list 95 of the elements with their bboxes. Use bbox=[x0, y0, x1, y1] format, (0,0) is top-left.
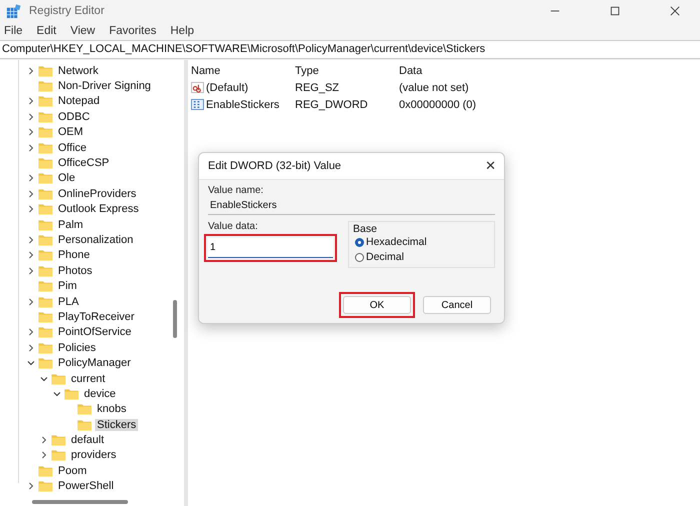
folder-icon bbox=[38, 280, 53, 292]
tree-item[interactable]: knobs bbox=[95, 403, 128, 416]
tree-item[interactable]: Network bbox=[56, 64, 100, 77]
tree-item[interactable]: PlayToReceiver bbox=[56, 310, 136, 323]
tree-item[interactable]: Palm bbox=[56, 218, 86, 231]
scrollbar-thumb[interactable] bbox=[173, 300, 177, 338]
tree-item[interactable]: OfficeCSP bbox=[56, 157, 112, 170]
value-data: 0x00000000 (0) bbox=[399, 98, 478, 110]
column-header[interactable]: Name bbox=[191, 64, 295, 76]
folder-icon bbox=[38, 64, 53, 77]
tree-item[interactable]: OEM bbox=[56, 126, 86, 138]
menu-item[interactable]: Edit bbox=[36, 25, 56, 37]
column-header[interactable]: Data bbox=[399, 64, 700, 76]
value-type: REG_SZ bbox=[295, 82, 340, 94]
tree-item[interactable]: Stickers bbox=[95, 418, 138, 431]
menu-item[interactable]: View bbox=[70, 25, 96, 37]
tree-item[interactable]: Office bbox=[56, 142, 89, 154]
scrollbar-thumb[interactable] bbox=[32, 500, 128, 504]
string-value-icon bbox=[191, 82, 204, 93]
window-title: Registry Editor bbox=[29, 5, 104, 17]
maximize-icon[interactable] bbox=[610, 6, 620, 16]
tree-item[interactable]: OnlineProviders bbox=[56, 188, 138, 200]
tree-item[interactable]: current bbox=[69, 372, 108, 384]
radio-label[interactable]: Decimal bbox=[366, 251, 404, 263]
folder-icon bbox=[38, 142, 53, 154]
folder-icon bbox=[38, 172, 53, 184]
tree-item[interactable]: PLA bbox=[56, 296, 81, 308]
folder-icon bbox=[38, 249, 53, 262]
folder-icon bbox=[38, 157, 53, 170]
folder-icon bbox=[38, 326, 53, 338]
folder-icon bbox=[38, 126, 53, 138]
tree-item[interactable]: providers bbox=[69, 449, 118, 462]
folder-icon bbox=[51, 434, 66, 446]
tree-item[interactable]: PolicyManager bbox=[56, 357, 133, 370]
tree-item[interactable]: Personalization bbox=[56, 234, 136, 246]
tree-item[interactable]: Phone bbox=[56, 249, 92, 262]
value-data: (value not set) bbox=[399, 82, 470, 94]
registry-editor-icon bbox=[6, 4, 21, 18]
chevron-right-icon[interactable] bbox=[27, 482, 35, 490]
field-label: Value data: bbox=[208, 221, 259, 232]
field-label: Value name: bbox=[208, 185, 264, 196]
tree-item[interactable]: device bbox=[82, 388, 118, 400]
column-header[interactable]: Type bbox=[295, 64, 399, 76]
folder-icon bbox=[38, 480, 53, 492]
ok-button[interactable]: OK bbox=[343, 296, 411, 314]
menu-item[interactable]: Favorites bbox=[109, 25, 156, 37]
tree-item[interactable]: Policies bbox=[56, 342, 98, 354]
folder-icon bbox=[38, 296, 53, 308]
folder-icon bbox=[51, 372, 66, 384]
menu-item[interactable]: Help bbox=[170, 25, 194, 37]
radio-button[interactable] bbox=[355, 238, 364, 246]
close-button[interactable]: ✕ bbox=[485, 158, 496, 174]
tree-item[interactable]: PowerShell bbox=[56, 480, 116, 492]
tree-item[interactable]: Notepad bbox=[56, 95, 102, 108]
folder-icon bbox=[38, 218, 53, 231]
tree-item[interactable]: ODBC bbox=[56, 110, 92, 123]
radio-label[interactable]: Hexadecimal bbox=[366, 236, 427, 248]
folder-icon bbox=[38, 234, 53, 246]
folder-icon bbox=[38, 310, 53, 323]
folder-icon bbox=[38, 188, 53, 200]
radio-button[interactable] bbox=[355, 252, 364, 262]
value-name: EnableStickers bbox=[206, 98, 280, 110]
chevron-right-icon[interactable] bbox=[27, 298, 35, 306]
tree-item[interactable]: Pim bbox=[56, 280, 79, 292]
address-bar[interactable]: Computer\HKEY_LOCAL_MACHINE\SOFTWARE\Microsoft\PolicyManager\current\device\Stickers bbox=[0, 40, 700, 59]
menu-item[interactable]: File bbox=[4, 25, 23, 37]
group-label: Base bbox=[353, 223, 377, 235]
folder-icon bbox=[38, 342, 53, 354]
dialog-title: Edit DWORD (32-bit) Value bbox=[208, 160, 342, 172]
folder-icon bbox=[38, 80, 53, 92]
tree-item[interactable]: Photos bbox=[56, 264, 94, 277]
tree-item[interactable]: Outlook Express bbox=[56, 203, 141, 216]
tree-item[interactable]: PointOfService bbox=[56, 326, 134, 338]
folder-icon bbox=[38, 110, 53, 123]
tree-item[interactable]: Non-Driver Signing bbox=[56, 80, 153, 92]
chevron-right-icon[interactable] bbox=[27, 66, 35, 75]
folder-icon bbox=[38, 464, 53, 477]
folder-icon bbox=[38, 95, 53, 108]
folder-icon bbox=[64, 388, 79, 400]
value-name: (Default) bbox=[206, 82, 248, 94]
cancel-button[interactable]: Cancel bbox=[423, 296, 491, 314]
binary-value-icon bbox=[191, 99, 204, 110]
tree-item[interactable]: default bbox=[69, 434, 106, 446]
folder-icon bbox=[38, 264, 53, 277]
close-icon[interactable] bbox=[670, 6, 680, 16]
value-data-field[interactable]: 1 bbox=[208, 238, 333, 258]
tree-item[interactable]: Ole bbox=[56, 172, 78, 184]
folder-icon bbox=[38, 203, 53, 216]
value-name-field[interactable]: EnableStickers bbox=[208, 198, 495, 215]
folder-icon bbox=[38, 357, 53, 370]
value-type: REG_DWORD bbox=[295, 98, 369, 110]
tree-item[interactable]: Poom bbox=[56, 464, 89, 477]
folder-icon bbox=[51, 449, 66, 462]
folder-icon bbox=[77, 418, 92, 431]
folder-icon bbox=[77, 403, 92, 416]
